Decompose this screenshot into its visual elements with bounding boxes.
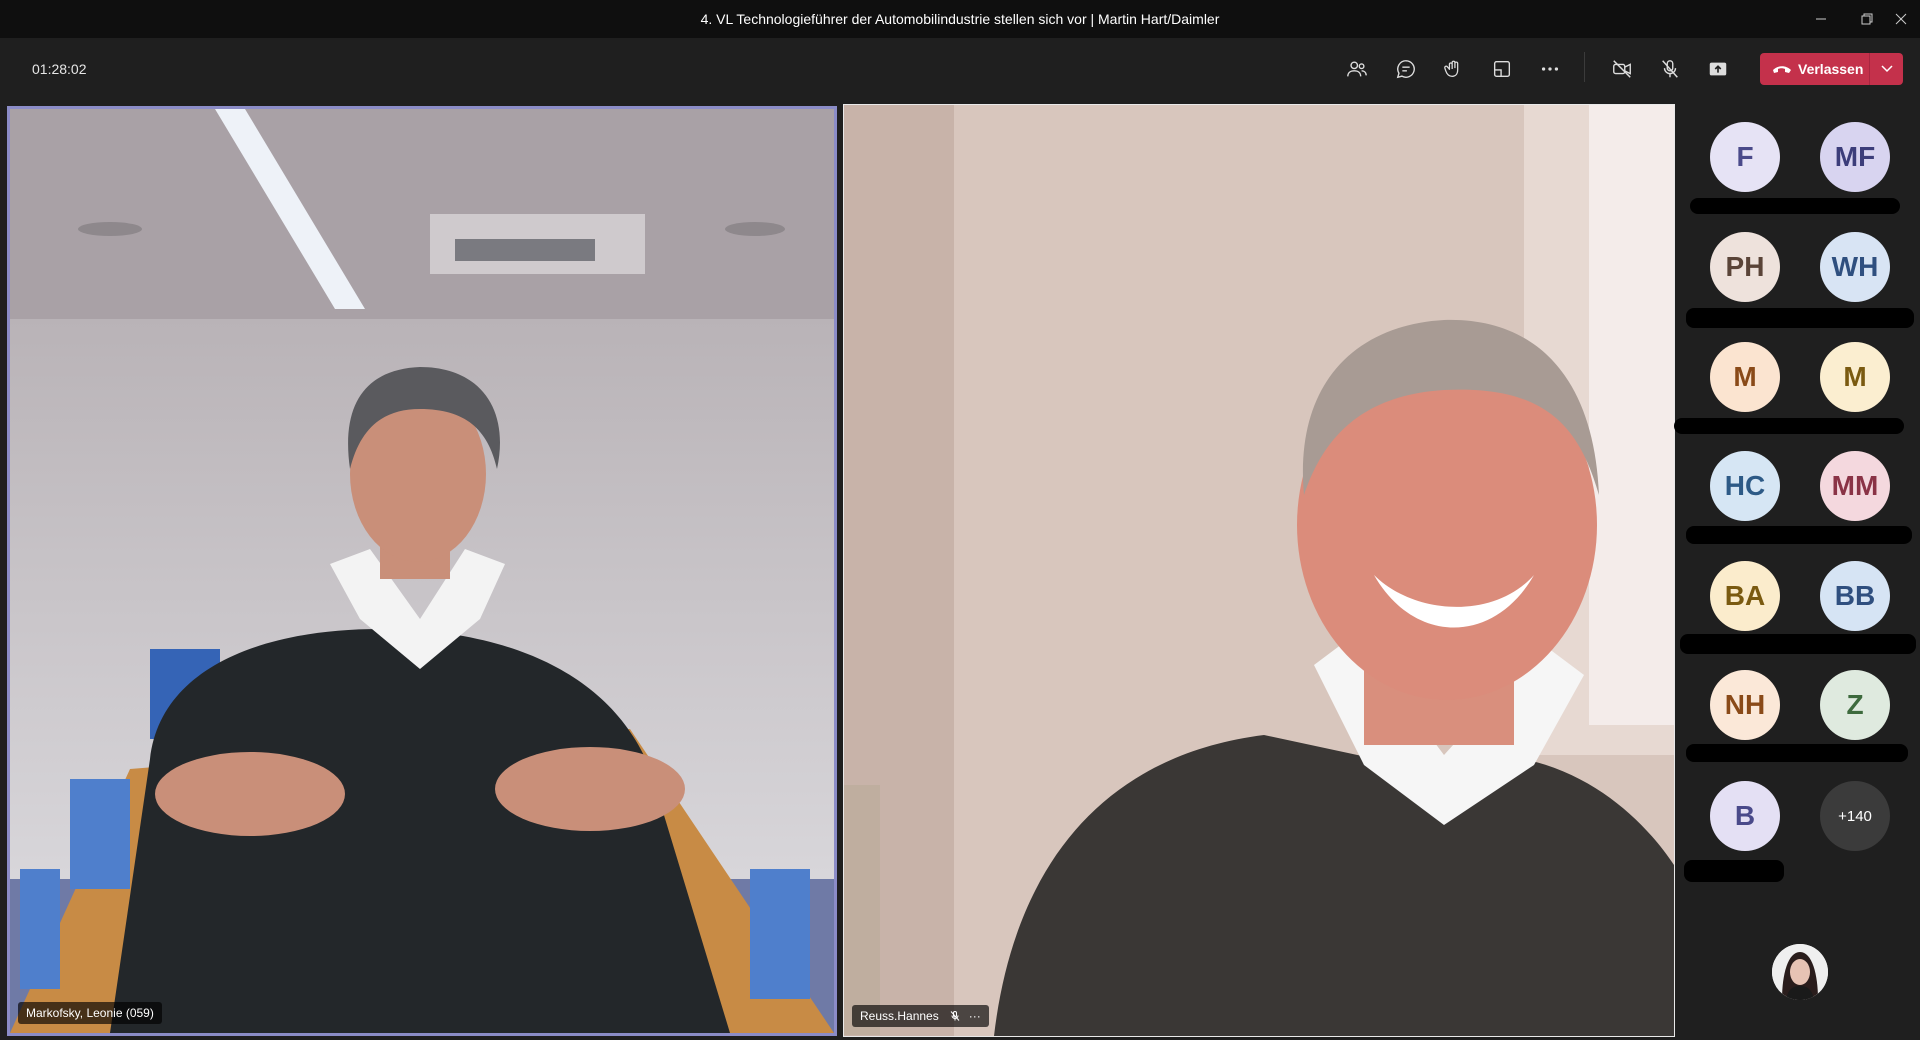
video-tile-left[interactable]: Markofsky, Leonie (059) — [7, 106, 837, 1036]
participant-avatar[interactable]: BA — [1710, 561, 1780, 631]
breakout-rooms-icon[interactable] — [1484, 52, 1520, 86]
window-title: 4. VL Technologieführer der Automobilind… — [700, 11, 1220, 27]
tile-more-options[interactable]: ··· — [969, 1009, 981, 1023]
self-photo — [1772, 944, 1828, 1000]
video-tile-right[interactable]: Reuss.Hannes ··· — [843, 104, 1675, 1037]
share-screen-icon[interactable] — [1700, 52, 1736, 86]
participant-name: Markofsky, Leonie (059) — [26, 1006, 154, 1020]
minimize-button[interactable] — [1798, 0, 1844, 38]
mic-muted-icon — [949, 1010, 961, 1022]
redaction-mark — [1690, 198, 1900, 214]
leave-main[interactable]: Verlassen — [1760, 53, 1870, 85]
participant-avatar[interactable]: BB — [1820, 561, 1890, 631]
participant-avatar[interactable]: F — [1710, 122, 1780, 192]
redaction-mark — [1684, 860, 1784, 882]
title-bar: 4. VL Technologieführer der Automobilind… — [0, 0, 1920, 38]
leave-label: Verlassen — [1798, 61, 1864, 77]
participant-gallery — [1680, 100, 1920, 1040]
self-avatar[interactable] — [1772, 944, 1828, 1000]
more-options-icon[interactable] — [1532, 52, 1568, 86]
close-window-button[interactable] — [1878, 0, 1920, 38]
participant-avatar[interactable]: MF — [1820, 122, 1890, 192]
participant-avatar[interactable]: WH — [1820, 232, 1890, 302]
call-timer: 01:28:02 — [32, 61, 87, 77]
participants-icon[interactable] — [1339, 52, 1375, 86]
participant-name-label: Markofsky, Leonie (059) — [18, 1002, 162, 1024]
camera-off-icon[interactable] — [1604, 52, 1640, 86]
participant-name: Reuss.Hannes — [860, 1009, 939, 1023]
participant-avatar[interactable]: M — [1710, 342, 1780, 412]
reactions-icon[interactable] — [1436, 52, 1472, 86]
redaction-mark — [1686, 744, 1908, 762]
hang-up-icon — [1773, 66, 1791, 73]
leave-options-chevron-down-icon[interactable] — [1870, 65, 1903, 73]
participant-avatar[interactable]: MM — [1820, 451, 1890, 521]
participant-name-label: Reuss.Hannes ··· — [852, 1005, 989, 1027]
mic-off-icon[interactable] — [1652, 52, 1688, 86]
participant-avatar[interactable]: NH — [1710, 670, 1780, 740]
participant-avatar[interactable]: Z — [1820, 670, 1890, 740]
toolbar-divider — [1584, 52, 1585, 82]
redaction-mark — [1686, 526, 1912, 544]
video-feed-left — [10, 109, 834, 1033]
participant-avatar[interactable]: PH — [1710, 232, 1780, 302]
video-feed-right — [844, 105, 1674, 1036]
redaction-mark — [1674, 418, 1904, 434]
leave-button[interactable]: Verlassen — [1760, 53, 1903, 85]
chat-icon[interactable] — [1388, 52, 1424, 86]
more-participants-count[interactable]: +140 — [1820, 781, 1890, 851]
participant-avatar[interactable]: M — [1820, 342, 1890, 412]
redaction-mark — [1680, 634, 1916, 654]
redaction-mark — [1686, 308, 1914, 328]
participant-avatar[interactable]: B — [1710, 781, 1780, 851]
participant-avatar[interactable]: HC — [1710, 451, 1780, 521]
